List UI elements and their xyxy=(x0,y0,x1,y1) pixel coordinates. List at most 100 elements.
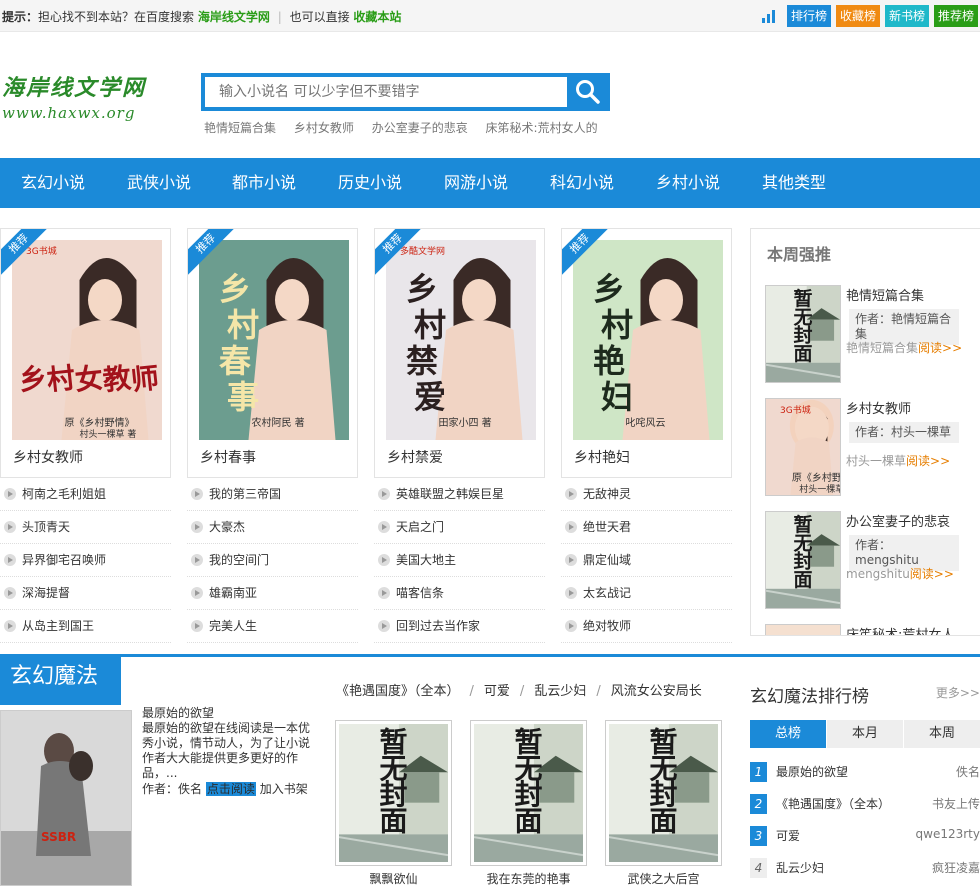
nav-item-other[interactable]: 其他类型 xyxy=(762,158,826,208)
section-link[interactable]: 《艳遇国度》（全本） xyxy=(336,684,460,699)
book-cover[interactable]: 乡村女教师 原《乡村野情》 村头一棵草 著 3G书城 xyxy=(12,240,162,440)
list-item[interactable]: 英雄联盟之韩娱巨星 xyxy=(374,478,545,511)
list-item[interactable]: 头顶青天 xyxy=(0,511,171,544)
ranking-book-name[interactable]: 可爱 xyxy=(776,827,800,844)
weekly-item[interactable]: 乡村女教师 原《乡村野情》 村头一棵草 著 3G书城 乡村女教师 作者：村头一棵… xyxy=(765,398,980,498)
ranking-book-name[interactable]: 《艳遇国度》（全本） xyxy=(776,795,890,812)
rank-button-recommend[interactable]: 推荐榜 xyxy=(933,5,978,27)
section-link[interactable]: 乱云少妇 xyxy=(534,684,586,699)
section-link[interactable]: 风流女公安局长 xyxy=(611,684,702,699)
weekly-cover[interactable] xyxy=(765,624,841,635)
featured-book[interactable]: 乡村禁爱 田家小四 著 多酷文学网 推荐 乡村禁爱 xyxy=(374,228,545,478)
weekly-book-title[interactable]: 乡村女教师 xyxy=(846,398,911,417)
weekly-item[interactable]: 床笫秘术:荒村女人 xyxy=(765,624,980,635)
tab-total[interactable]: 总榜 xyxy=(750,720,827,748)
ranking-item[interactable]: 3 可爱 qwe123rty xyxy=(750,818,980,850)
bookmark-link[interactable]: 收藏本站 xyxy=(353,10,401,24)
list-item[interactable]: 深海提督 xyxy=(0,577,171,610)
grid-book[interactable]: 暂无封面飘飘欲仙 xyxy=(335,720,452,891)
hot-word[interactable]: 艳情短篇合集 xyxy=(204,121,276,135)
weekly-item[interactable]: 暂无封面 艳情短篇合集 作者：艳情短篇合集 艳情短篇合集阅读>> xyxy=(765,285,980,385)
weekly-cover[interactable]: 乡村女教师 原《乡村野情》 村头一棵草 著 3G书城 xyxy=(765,398,841,496)
weekly-book-title[interactable]: 艳情短篇合集 xyxy=(846,285,924,304)
nav-item-wuxia[interactable]: 武侠小说 xyxy=(127,158,191,208)
tab-week[interactable]: 本周 xyxy=(904,720,980,748)
site-logo[interactable]: 海岸线文学网 www.haxwx.org xyxy=(2,70,152,122)
ranking-book-name[interactable]: 最原始的欲望 xyxy=(776,763,848,780)
nav-item-urban[interactable]: 都市小说 xyxy=(232,158,296,208)
grid-book[interactable]: 暂无封面武侠之大后宫 xyxy=(605,720,722,891)
list-item[interactable]: 我的空间门 xyxy=(187,544,358,577)
grid-book-cover[interactable]: 暂无封面 xyxy=(470,720,587,866)
book-title[interactable]: 乡村禁爱 xyxy=(387,447,443,467)
grid-book-cover[interactable]: 暂无封面 xyxy=(335,720,452,866)
read-more-link[interactable]: 阅读>> xyxy=(918,341,962,355)
nav-item-online-game[interactable]: 网游小说 xyxy=(444,158,508,208)
ranking-item[interactable]: 2 《艳遇国度》（全本） 书友上传 xyxy=(750,786,980,818)
list-item[interactable]: 柯南之毛利姐姐 xyxy=(0,478,171,511)
hot-word[interactable]: 乡村女教师 xyxy=(294,121,354,135)
read-button[interactable]: 点击阅读 xyxy=(205,782,256,796)
more-link[interactable]: 更多>> xyxy=(936,684,980,701)
featured-title[interactable]: 最原始的欲望 xyxy=(142,706,314,721)
rank-number: 2 xyxy=(750,794,767,814)
list-item[interactable]: 无敌神灵 xyxy=(561,478,732,511)
book-title[interactable]: 乡村艳妇 xyxy=(574,447,630,467)
rank-button-top[interactable]: 排行榜 xyxy=(786,5,831,27)
book-cover[interactable]: 乡村艳妇 叱咤风云 xyxy=(573,240,723,440)
hot-word[interactable]: 床笫秘术:荒村女人的 xyxy=(486,121,598,135)
list-item[interactable]: 天启之门 xyxy=(374,511,545,544)
list-item[interactable]: 从岛主到国王 xyxy=(0,610,171,643)
list-item[interactable]: 绝对牧师 xyxy=(561,610,732,643)
list-item[interactable]: 大豪杰 xyxy=(187,511,358,544)
svg-text:女: 女 xyxy=(73,361,104,397)
grid-book[interactable]: 暂无封面我在东莞的艳事 xyxy=(470,720,587,891)
list-item[interactable]: 喵客信条 xyxy=(374,577,545,610)
read-more-link[interactable]: 阅读>> xyxy=(906,454,950,468)
add-bookshelf-button[interactable]: 加入书架 xyxy=(260,782,308,796)
grid-book-title[interactable]: 飘飘欲仙 xyxy=(335,870,452,887)
list-item[interactable]: 美国大地主 xyxy=(374,544,545,577)
list-item[interactable]: 绝世天君 xyxy=(561,511,732,544)
list-item[interactable]: 异界御宅召唤师 xyxy=(0,544,171,577)
search-input[interactable] xyxy=(205,77,567,107)
weekly-item[interactable]: 暂无封面 办公室妻子的悲哀 作者：mengshitu mengshitu阅读>> xyxy=(765,511,980,611)
book-title[interactable]: 乡村女教师 xyxy=(13,447,83,467)
book-cover[interactable]: 乡村春事 农村阿民 著 xyxy=(199,240,349,440)
section-link[interactable]: 可爱 xyxy=(484,684,510,699)
featured-cover[interactable]: SSBR xyxy=(0,710,132,886)
rank-button-new[interactable]: 新书榜 xyxy=(884,5,929,27)
book-cover[interactable]: 乡村禁爱 田家小四 著 多酷文学网 xyxy=(386,240,536,440)
ranking-item[interactable]: 1 最原始的欲望 佚名 xyxy=(750,754,980,786)
link-separator: / xyxy=(519,684,525,699)
featured-book[interactable]: 乡村春事 农村阿民 著 推荐 乡村春事 xyxy=(187,228,358,478)
grid-book-cover[interactable]: 暂无封面 xyxy=(605,720,722,866)
ranking-item[interactable]: 4 乱云少妇 疯狂凌嘉 xyxy=(750,850,980,882)
weekly-book-title[interactable]: 办公室妻子的悲哀 xyxy=(846,511,950,530)
nav-item-rural[interactable]: 乡村小说 xyxy=(656,158,720,208)
list-item[interactable]: 我的第三帝国 xyxy=(187,478,358,511)
list-item[interactable]: 回到过去当作家 xyxy=(374,610,545,643)
tab-month[interactable]: 本月 xyxy=(827,720,904,748)
list-item[interactable]: 太玄战记 xyxy=(561,577,732,610)
ranking-book-name[interactable]: 乱云少妇 xyxy=(776,859,824,876)
weekly-book-title[interactable]: 床笫秘术:荒村女人 xyxy=(846,624,954,635)
grid-book-title[interactable]: 我在东莞的艳事 xyxy=(470,870,587,887)
read-more-link[interactable]: 阅读>> xyxy=(910,567,954,581)
featured-book[interactable]: 乡村艳妇 叱咤风云 推荐 乡村艳妇 xyxy=(561,228,732,478)
rank-button-favorites[interactable]: 收藏榜 xyxy=(835,5,880,27)
nav-item-scifi[interactable]: 科幻小说 xyxy=(550,158,614,208)
site-name-link[interactable]: 海岸线文学网 xyxy=(198,10,270,24)
list-item[interactable]: 雄霸南亚 xyxy=(187,577,358,610)
weekly-cover[interactable]: 暂无封面 xyxy=(765,511,841,609)
grid-book-title[interactable]: 武侠之大后宫 xyxy=(605,870,722,887)
list-item[interactable]: 完美人生 xyxy=(187,610,358,643)
search-button[interactable] xyxy=(566,73,610,111)
hot-word[interactable]: 办公室妻子的悲哀 xyxy=(372,121,468,135)
featured-book[interactable]: 乡村女教师 原《乡村野情》 村头一棵草 著 3G书城 推荐 乡村女教师 xyxy=(0,228,171,478)
book-title[interactable]: 乡村春事 xyxy=(200,447,256,467)
nav-item-history[interactable]: 历史小说 xyxy=(338,158,402,208)
weekly-cover[interactable]: 暂无封面 xyxy=(765,285,841,383)
list-item[interactable]: 鼎定仙域 xyxy=(561,544,732,577)
nav-item-fantasy[interactable]: 玄幻小说 xyxy=(21,158,85,208)
